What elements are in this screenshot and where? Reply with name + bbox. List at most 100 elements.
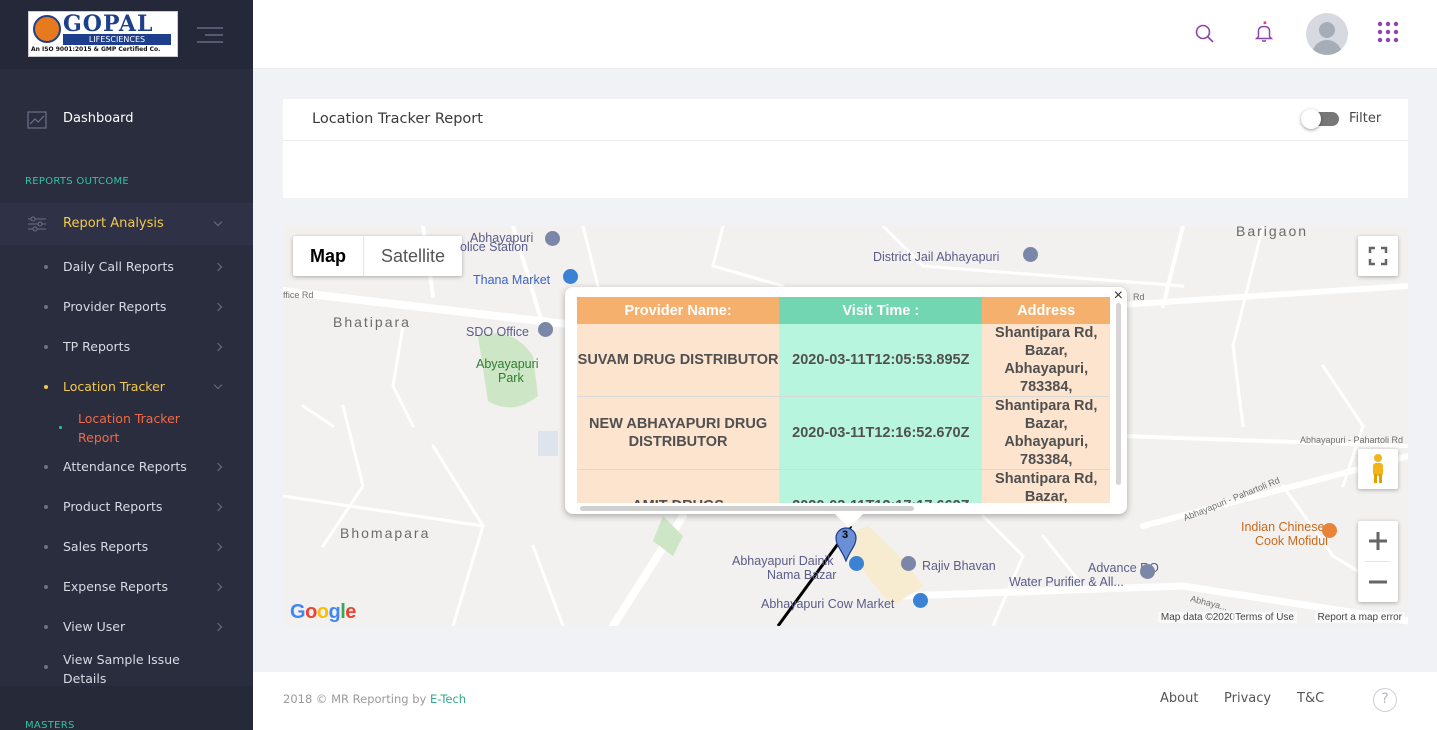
table-header-row: Provider Name: Visit Time : Address [577, 297, 1110, 324]
police-icon[interactable] [545, 231, 560, 246]
terms-link[interactable]: Terms of Use [1232, 612, 1297, 623]
vertical-scrollbar[interactable] [1116, 303, 1121, 485]
sidebar-item-label: Sales Reports [63, 539, 149, 554]
company-logo[interactable]: GOPAL LIFESCIENCES An ISO 9001:2015 & GM… [28, 11, 178, 57]
sidebar-item-provider-reports[interactable]: Provider Reports [0, 292, 253, 322]
map-label: Abyayapuri [476, 357, 539, 371]
apps-grid-icon[interactable] [1377, 21, 1399, 43]
restaurant-icon[interactable] [1322, 523, 1337, 538]
cell-time: 2020-03-11T12:16:52.670Z [779, 396, 983, 470]
street-view-button[interactable] [1358, 449, 1398, 489]
sidebar-item-dashboard[interactable]: Dashboard [0, 100, 253, 140]
map-label: Abhayapuri Dainik [732, 554, 834, 568]
map-label: Nama Bazar [767, 568, 837, 582]
sidebar-item-location-tracker[interactable]: Location Tracker [0, 372, 253, 402]
sidebar-item-location-tracker-report[interactable]: Location Tracker Report [0, 406, 253, 446]
sidebar-item-tp-reports[interactable]: TP Reports [0, 332, 253, 362]
store-icon[interactable] [1140, 564, 1155, 579]
sidebar-item-sales-reports[interactable]: Sales Reports [0, 532, 253, 562]
chevron-right-icon [213, 462, 223, 472]
table-row: NEW ABHAYAPURI DRUG DISTRIBUTOR 2020-03-… [577, 396, 1110, 470]
map-label: Rajiv Bhavan [922, 559, 996, 573]
shopping-icon[interactable] [563, 269, 578, 284]
map-label: Bhatipara [333, 314, 411, 330]
jail-icon[interactable] [1023, 247, 1038, 262]
brand-link[interactable]: E-Tech [430, 692, 466, 706]
cell-address: Shantipara Rd, Bazar, Abhayapuri, 783384… [982, 396, 1110, 470]
chevron-right-icon [213, 622, 223, 632]
office-icon[interactable] [538, 322, 553, 337]
sidebar-item-view-sample-issue[interactable]: View Sample Issue Details [0, 650, 253, 690]
sidebar-item-label: View User [63, 619, 126, 634]
filter-label: Filter [1349, 111, 1382, 126]
shopping-icon[interactable] [913, 593, 928, 608]
chevron-down-icon [213, 217, 223, 227]
sidebar-item-label: View Sample Issue Details [63, 652, 180, 686]
sidebar-item-attendance-reports[interactable]: Attendance Reports [0, 452, 253, 482]
sidebar-item-product-reports[interactable]: Product Reports [0, 492, 253, 522]
menu-toggle-icon[interactable] [197, 27, 223, 48]
map-label: Park [498, 371, 524, 385]
about-link[interactable]: About [1160, 691, 1198, 706]
sidebar-item-label: Daily Call Reports [63, 259, 174, 274]
cell-time: 2020-03-11T12:05:53.895Z [779, 324, 983, 397]
sidebar-item-expense-reports[interactable]: Expense Reports [0, 572, 253, 602]
col-provider-name: Provider Name: [577, 297, 780, 324]
col-address: Address [982, 297, 1110, 324]
search-icon[interactable] [1193, 22, 1217, 46]
sidebar-item-report-analysis[interactable]: Report Analysis [0, 203, 253, 245]
filter-toggle[interactable] [1301, 109, 1339, 129]
bell-icon[interactable] [1252, 20, 1276, 44]
footer: 2018 © MR Reporting by E-Tech About Priv… [253, 672, 1437, 730]
provider-visit-table: Provider Name: Visit Time : Address SUVA… [577, 297, 1110, 503]
map-label: Thana Market [473, 273, 551, 287]
cell-time: 2020-03-11T12:17:17.662Z [779, 469, 983, 503]
map-label: Cook Mofidul [1255, 534, 1328, 548]
zoom-out-icon[interactable] [1358, 562, 1398, 602]
col-visit-time: Visit Time : [779, 297, 983, 324]
report-card: Location Tracker Report Filter [283, 99, 1408, 198]
map-type-control: Map Satellite [293, 236, 463, 276]
map-label: Indian Chinese [1241, 520, 1325, 534]
info-window-tail [835, 514, 863, 528]
section-reports-outcome: REPORTS OUTCOME [25, 176, 130, 187]
cell-address: Shantipara Rd, Bazar, Abhayapuri, 783384… [982, 324, 1110, 397]
chevron-down-icon [213, 380, 223, 390]
chevron-right-icon [213, 342, 223, 352]
horizontal-scrollbar[interactable] [580, 506, 914, 511]
zoom-control [1358, 521, 1398, 602]
dashboard-icon [27, 111, 47, 129]
sidebar: GOPAL LIFESCIENCES An ISO 9001:2015 & GM… [0, 0, 253, 730]
map-type-map[interactable]: Map [293, 236, 363, 276]
sidebar-item-view-user[interactable]: View User [0, 612, 253, 642]
map-label: olice Station [460, 240, 529, 254]
info-table-wrap: Provider Name: Visit Time : Address SUVA… [577, 297, 1110, 503]
table-row: AMIT DRUGS 2020-03-11T12:17:17.662Z Shan… [577, 469, 1110, 503]
chevron-right-icon [213, 302, 223, 312]
info-window: × Provider Name: Visit Time : Address SU… [565, 287, 1127, 528]
pegman-icon [1373, 454, 1383, 483]
logo-bar: GOPAL LIFESCIENCES An ISO 9001:2015 & GM… [0, 0, 253, 69]
sidebar-item-label: Provider Reports [63, 299, 167, 314]
help-icon[interactable]: ? [1373, 688, 1397, 712]
avatar[interactable] [1306, 13, 1348, 55]
sidebar-item-daily-call-reports[interactable]: Daily Call Reports [0, 252, 253, 282]
fullscreen-icon [1368, 246, 1388, 266]
map-label: Bhomapara [340, 525, 431, 541]
card-divider [283, 140, 1408, 141]
copyright: 2018 © MR Reporting by E-Tech [283, 692, 467, 706]
building-icon[interactable] [901, 556, 916, 571]
cell-provider: SUVAM DRUG DISTRIBUTOR [577, 324, 780, 397]
fullscreen-button[interactable] [1358, 236, 1398, 276]
zoom-in-icon[interactable] [1358, 521, 1398, 561]
sidebar-item-label: Location Tracker [63, 379, 165, 394]
tnc-link[interactable]: T&C [1297, 691, 1324, 706]
logo-tagline: An ISO 9001:2015 & GMP Certified Co. [31, 46, 161, 53]
section-masters: MASTERS [25, 720, 75, 730]
map-label: District Jail Abhayapuri [873, 250, 1000, 264]
report-error-link[interactable]: Report a map error [1314, 612, 1405, 623]
sidebar-item-label: Product Reports [63, 499, 163, 514]
sidebar-item-label: Attendance Reports [63, 459, 187, 474]
map-type-satellite[interactable]: Satellite [363, 236, 462, 276]
privacy-link[interactable]: Privacy [1224, 691, 1271, 706]
